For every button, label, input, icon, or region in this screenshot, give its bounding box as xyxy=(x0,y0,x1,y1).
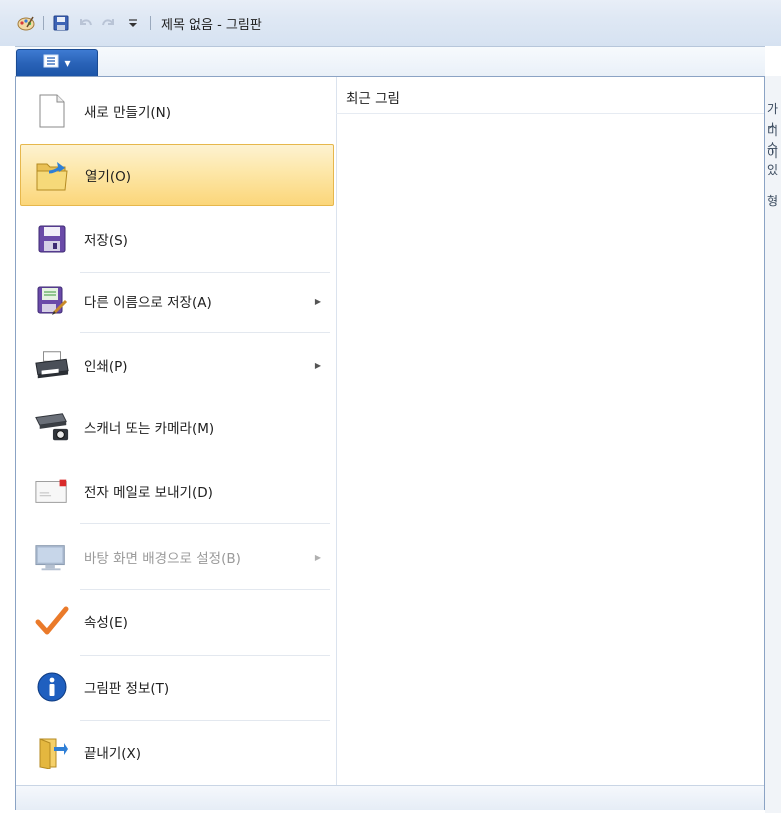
save-icon xyxy=(34,221,70,257)
background-text-fragment: 형 xyxy=(767,194,779,208)
application-menu: 새로 만들기(N) 열기(O) 저장(S) 다른 이름으로 저장(A) ▶ 인쇄… xyxy=(15,76,765,810)
info-icon xyxy=(34,669,70,705)
menu-item-label: 인쇄(P) xyxy=(84,359,128,375)
recent-divider xyxy=(336,113,764,114)
application-menu-button[interactable]: ▾ xyxy=(16,49,98,76)
menu-item-save[interactable]: 저장(S) xyxy=(20,208,334,270)
window-title: 제목 없음 - 그림판 xyxy=(161,17,262,33)
chevron-down-icon: ▾ xyxy=(64,56,71,70)
exit-icon xyxy=(34,734,70,770)
menu-list-icon xyxy=(43,54,59,72)
menu-item-send-email[interactable]: 전자 메일로 보내기(D) xyxy=(20,460,334,522)
title-bar: 제목 없음 - 그림판 xyxy=(0,0,781,46)
scanner-camera-icon xyxy=(34,409,70,445)
printer-icon xyxy=(34,347,70,383)
menu-item-label: 속성(E) xyxy=(84,615,128,631)
menu-item-print[interactable]: 인쇄(P) ▶ xyxy=(20,334,334,396)
submenu-arrow-icon: ▶ xyxy=(314,360,322,370)
menu-item-label: 열기(O) xyxy=(85,169,131,185)
redo-icon[interactable] xyxy=(100,14,118,32)
customize-dropdown-icon[interactable] xyxy=(124,14,142,32)
paint-app-icon[interactable] xyxy=(17,14,35,32)
menu-item-properties[interactable]: 속성(E) xyxy=(20,590,334,652)
desktop-background-icon xyxy=(34,539,70,575)
submenu-arrow-icon: ▶ xyxy=(314,552,322,562)
toolbar-separator xyxy=(43,16,44,30)
menu-item-open[interactable]: 열기(O) xyxy=(20,144,334,206)
submenu-arrow-icon: ▶ xyxy=(314,296,322,306)
menu-item-label: 그림판 정보(T) xyxy=(84,681,170,697)
menu-item-label: 저장(S) xyxy=(84,233,128,249)
ribbon-tab-strip xyxy=(15,46,765,78)
menu-item-label: 전자 메일로 보내기(D) xyxy=(84,485,213,501)
quick-access-toolbar: 제목 없음 - 그림판 xyxy=(17,12,262,34)
menu-divider xyxy=(80,332,330,333)
toolbar-separator xyxy=(150,16,151,30)
menu-item-about[interactable]: 그림판 정보(T) xyxy=(20,656,334,718)
menu-item-exit[interactable]: 끝내기(X) xyxy=(20,721,334,783)
checkmark-icon xyxy=(34,603,70,639)
save-as-icon xyxy=(34,283,70,319)
email-icon xyxy=(34,473,70,509)
recent-pictures-panel: 최근 그림 xyxy=(336,77,764,785)
menu-item-label: 끝내기(X) xyxy=(84,746,142,762)
menu-footer xyxy=(16,785,764,810)
menu-item-save-as[interactable]: 다른 이름으로 저장(A) ▶ xyxy=(20,270,334,332)
background-text-fragment: 이 있 xyxy=(767,146,779,177)
menu-item-label: 스캐너 또는 카메라(M) xyxy=(84,421,215,437)
undo-icon[interactable] xyxy=(76,14,94,32)
background-canvas-fragment: 가 ㅅ 미 수 이 있 형 xyxy=(765,76,781,813)
recent-pictures-title: 최근 그림 xyxy=(346,91,400,107)
menu-item-label: 다른 이름으로 저장(A) xyxy=(84,295,212,311)
menu-item-set-desktop-background: 바탕 화면 배경으로 설정(B) ▶ xyxy=(20,526,334,588)
new-document-icon xyxy=(34,93,70,129)
save-icon[interactable] xyxy=(52,14,70,32)
menu-item-label: 새로 만들기(N) xyxy=(84,105,172,121)
menu-item-label: 바탕 화면 배경으로 설정(B) xyxy=(84,551,241,567)
menu-divider xyxy=(80,523,330,524)
menu-commands: 새로 만들기(N) 열기(O) 저장(S) 다른 이름으로 저장(A) ▶ 인쇄… xyxy=(16,77,337,785)
menu-item-new[interactable]: 새로 만들기(N) xyxy=(20,80,334,142)
open-folder-icon xyxy=(35,157,71,193)
menu-item-scanner-camera[interactable]: 스캐너 또는 카메라(M) xyxy=(20,396,334,458)
